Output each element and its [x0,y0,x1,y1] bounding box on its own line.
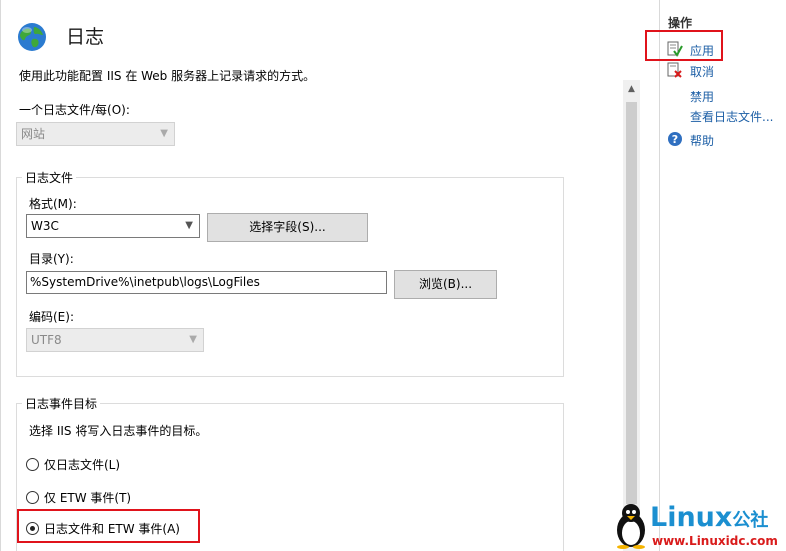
view-log-files-link[interactable]: 查看日志文件... [690,108,773,125]
penguin-icon [617,504,645,549]
cancel-link[interactable]: 取消 [690,63,714,80]
encoding-value: UTF8 [31,333,62,347]
format-value: W3C [31,219,59,233]
scroll-thumb[interactable] [626,102,637,504]
encoding-label: 编码(E): [29,310,74,324]
log-per-value: 网站 [21,127,46,141]
watermark-logo: Linux公社 [650,502,768,533]
scroll-up-arrow-icon[interactable]: ▲ [623,84,640,94]
chevron-down-icon: ▼ [185,220,193,231]
radio-label: 仅日志文件(L) [44,458,121,472]
directory-label: 目录(Y): [29,252,74,266]
watermark-logo-text: Linux [650,502,733,533]
svg-text:?: ? [672,133,678,146]
select-fields-button[interactable]: 选择字段(S)... [207,213,368,242]
per-label: 一个日志文件/每(O): [19,103,130,117]
help-link[interactable]: 帮助 [690,132,714,149]
radio-log-file-only[interactable]: 仅日志文件(L) [26,456,120,473]
log-per-dropdown[interactable]: 网站 ▼ [16,122,175,146]
globe-icon [18,23,46,51]
radio-button[interactable] [26,458,39,471]
radio-label: 仅 ETW 事件(T) [44,491,132,505]
vertical-scrollbar[interactable]: ▲ [623,80,640,551]
chevron-down-icon: ▼ [160,128,168,139]
encoding-dropdown[interactable]: UTF8 ▼ [26,328,204,352]
watermark-logo-cn: 公社 [732,510,769,531]
log-file-group-title: 日志文件 [22,169,77,186]
format-label: 格式(M): [29,197,77,211]
browse-button[interactable]: 浏览(B)... [394,270,497,299]
highlight-box-radio [17,509,200,543]
logging-feature-pane: 日志 使用此功能配置 IIS 在 Web 服务器上记录请求的方式。 一个日志文件… [0,0,643,551]
radio-button[interactable] [26,491,39,504]
log-event-group-title: 日志事件目标 [22,395,101,412]
disable-link[interactable]: 禁用 [690,88,714,105]
actions-header: 操作 [668,16,693,30]
actions-pane: 操作 应用 取消 禁用 查看日志文件... ? 帮助 [659,0,786,551]
help-icon: ? [668,132,682,146]
page-title: 日志 [66,26,105,48]
watermark-url: www.Linuxidc.com [652,534,778,548]
format-dropdown[interactable]: W3C ▼ [26,214,200,238]
highlight-box-apply [645,30,723,61]
page-description: 使用此功能配置 IIS 在 Web 服务器上记录请求的方式。 [19,69,316,83]
chevron-down-icon: ▼ [189,334,197,345]
watermark: Linux公社 www.Linuxidc.com [610,500,786,551]
directory-input[interactable]: %SystemDrive%\inetpub\logs\LogFiles [26,271,387,294]
cancel-icon [667,62,682,78]
radio-etw-only[interactable]: 仅 ETW 事件(T) [26,489,131,506]
log-event-description: 选择 IIS 将写入日志事件的目标。 [29,424,208,438]
